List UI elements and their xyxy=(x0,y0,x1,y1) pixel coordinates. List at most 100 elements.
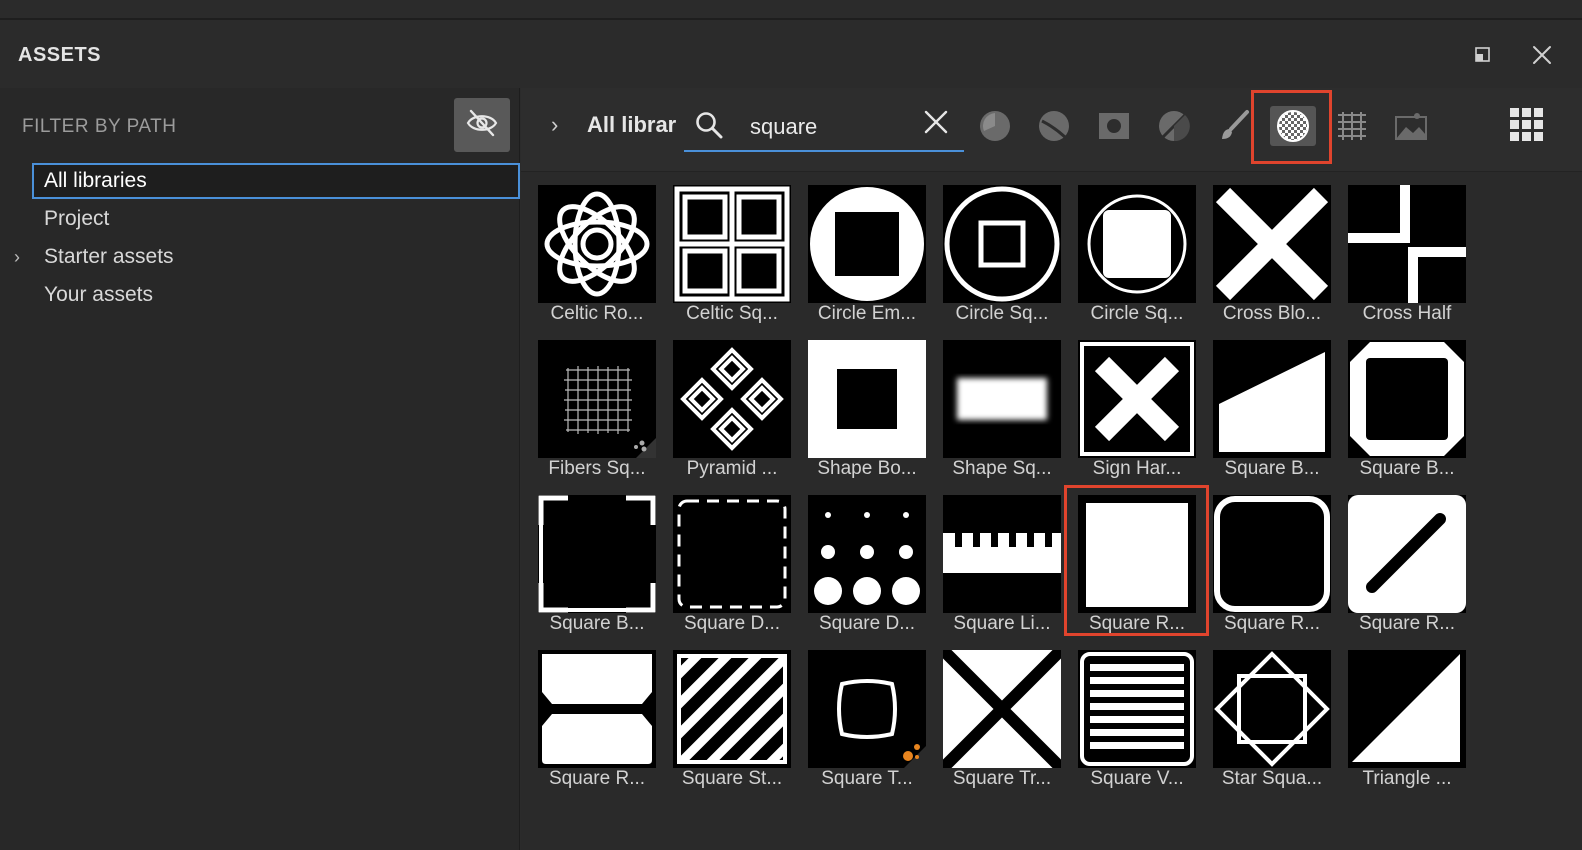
asset-tile[interactable]: Square T... xyxy=(808,650,926,802)
asset-label: Square B... xyxy=(1224,458,1320,479)
asset-label: Square R... xyxy=(1223,613,1321,634)
panel-titlebar: ASSETS xyxy=(0,22,1582,88)
asset-label: Shape Bo... xyxy=(817,458,917,479)
tree-item-label: Starter assets xyxy=(44,245,174,268)
asset-label: Square D... xyxy=(683,613,781,634)
tree-item-all-libraries[interactable]: All libraries xyxy=(32,163,520,199)
asset-label: Cross Half xyxy=(1362,303,1452,324)
asset-tile[interactable]: Sign Har... xyxy=(1078,340,1196,492)
asset-label: Celtic Sq... xyxy=(686,303,778,324)
asset-tile[interactable]: Cross Half xyxy=(1348,185,1466,337)
texture-filter-highlight xyxy=(1251,90,1332,164)
square-lines-thumbnail xyxy=(943,495,1061,613)
tree-item-label: All libraries xyxy=(44,169,147,192)
asset-label: Pyramid ... xyxy=(686,458,778,479)
assets-toolbar: › All librar xyxy=(521,88,1582,172)
tree-item-your-assets[interactable]: Your assets xyxy=(32,277,520,313)
tree-item-project[interactable]: Project xyxy=(32,201,520,237)
asset-tile[interactable]: Square St... xyxy=(673,650,791,802)
square-rounded-split-thumbnail xyxy=(538,650,656,768)
environment-filter-icon[interactable] xyxy=(1388,106,1434,146)
procedural-filter-icon[interactable] xyxy=(1329,106,1375,146)
asset-tile[interactable]: Celtic Sq... xyxy=(673,185,791,337)
smart-material-filter-icon[interactable] xyxy=(1031,106,1077,146)
square-triangles-x-thumbnail xyxy=(943,650,1061,768)
tree-item-starter-assets[interactable]: › Starter assets xyxy=(14,239,520,275)
breadcrumb-chevron-icon[interactable]: › xyxy=(551,112,558,138)
asset-label: Square St... xyxy=(681,768,783,789)
asset-tile[interactable]: Square D... xyxy=(673,495,791,647)
star-square-thumbnail xyxy=(1213,650,1331,768)
asset-label: Square Tr... xyxy=(952,768,1052,789)
asset-label: Sign Har... xyxy=(1092,458,1182,479)
asset-tile[interactable]: Square B... xyxy=(1348,340,1466,492)
material-filter-icon[interactable] xyxy=(972,106,1018,146)
asset-tile[interactable]: Fibers Sq... xyxy=(538,340,656,492)
pyramid-diamonds-thumbnail xyxy=(673,340,791,458)
asset-tile[interactable]: Square Tr... xyxy=(943,650,1061,802)
square-dashed-thumbnail xyxy=(673,495,791,613)
triangle-thumbnail xyxy=(1348,650,1466,768)
search-icon xyxy=(694,110,724,140)
asset-label: Circle Em... xyxy=(817,303,917,324)
asset-tile[interactable]: Cross Blo... xyxy=(1213,185,1331,337)
breadcrumb[interactable]: All librar xyxy=(587,112,681,138)
asset-label: Triangle ... xyxy=(1362,768,1452,789)
asset-tile[interactable]: Circle Sq... xyxy=(1078,185,1196,337)
asset-tile[interactable]: Celtic Ro... xyxy=(538,185,656,337)
top-strip xyxy=(0,0,1582,20)
asset-tile[interactable]: Square V... xyxy=(1078,650,1196,802)
clear-search-icon[interactable] xyxy=(922,108,950,136)
asset-label: Shape Sq... xyxy=(952,458,1052,479)
asset-tile[interactable]: Square R... xyxy=(1348,495,1466,647)
asset-label: Square T... xyxy=(821,768,913,789)
panel-title: ASSETS xyxy=(18,44,102,66)
asset-label: Fibers Sq... xyxy=(548,458,646,479)
filter-by-path-label: FILTER BY PATH xyxy=(22,116,177,137)
asset-tile[interactable]: Circle Em... xyxy=(808,185,926,337)
square-rounded-outline-thumbnail xyxy=(1213,495,1331,613)
circle-square-outline-thumbnail xyxy=(943,185,1061,303)
asset-tile[interactable]: Shape Bo... xyxy=(808,340,926,492)
fibers-square-thumbnail xyxy=(538,340,656,458)
square-bevel-octagon-thumbnail xyxy=(1348,340,1466,458)
asset-tile[interactable]: Pyramid ... xyxy=(673,340,791,492)
square-vertical-lines-thumbnail xyxy=(1078,650,1196,768)
square-stripes-thumbnail xyxy=(673,650,791,768)
sign-hard-cross-thumbnail xyxy=(1078,340,1196,458)
square-bevel-ramp-thumbnail xyxy=(1213,340,1331,458)
assets-panel: › All librar square Celtic Ro... Celtic … xyxy=(521,88,1582,850)
square-tile-bulge-thumbnail xyxy=(808,650,926,768)
asset-tile[interactable]: Square B... xyxy=(538,495,656,647)
asset-tile[interactable]: Square D... xyxy=(808,495,926,647)
filter-by-path-panel: FILTER BY PATH All libraries Project › S… xyxy=(0,88,520,850)
asset-tile[interactable]: Square R... xyxy=(1213,495,1331,647)
celtic-square-thumbnail xyxy=(673,185,791,303)
chevron-right-icon[interactable]: › xyxy=(14,239,20,275)
asset-tile[interactable]: Shape Sq... xyxy=(943,340,1061,492)
smart-mask-filter-icon[interactable] xyxy=(1151,106,1197,146)
mask-filter-icon[interactable] xyxy=(1091,106,1137,146)
tree-item-label: Project xyxy=(44,207,110,230)
asset-label: Square B... xyxy=(549,613,645,634)
maximize-icon[interactable] xyxy=(1470,42,1496,68)
asset-tile[interactable]: Circle Sq... xyxy=(943,185,1061,337)
asset-label: Square B... xyxy=(1359,458,1455,479)
asset-label: Square R... xyxy=(548,768,646,789)
hide-toggle-button[interactable] xyxy=(454,98,510,152)
circle-square-filled-thumbnail xyxy=(1078,185,1196,303)
square-dots-thumbnail xyxy=(808,495,926,613)
circle-embossed-square-thumbnail xyxy=(808,185,926,303)
asset-tile[interactable]: Star Squa... xyxy=(1213,650,1331,802)
grid-view-icon[interactable] xyxy=(1508,106,1546,144)
cross-block-thumbnail xyxy=(1213,185,1331,303)
search-input[interactable] xyxy=(750,112,900,142)
asset-tile[interactable]: Square R... xyxy=(538,650,656,802)
asset-tile[interactable]: Triangle ... xyxy=(1348,650,1466,802)
asset-tile[interactable]: Square Li... xyxy=(943,495,1061,647)
shape-border-thumbnail xyxy=(808,340,926,458)
celtic-rosette-thumbnail xyxy=(538,185,656,303)
close-icon[interactable] xyxy=(1529,42,1555,68)
asset-tile[interactable]: Square B... xyxy=(1213,340,1331,492)
square-rounded-diagonal-thumbnail xyxy=(1348,495,1466,613)
